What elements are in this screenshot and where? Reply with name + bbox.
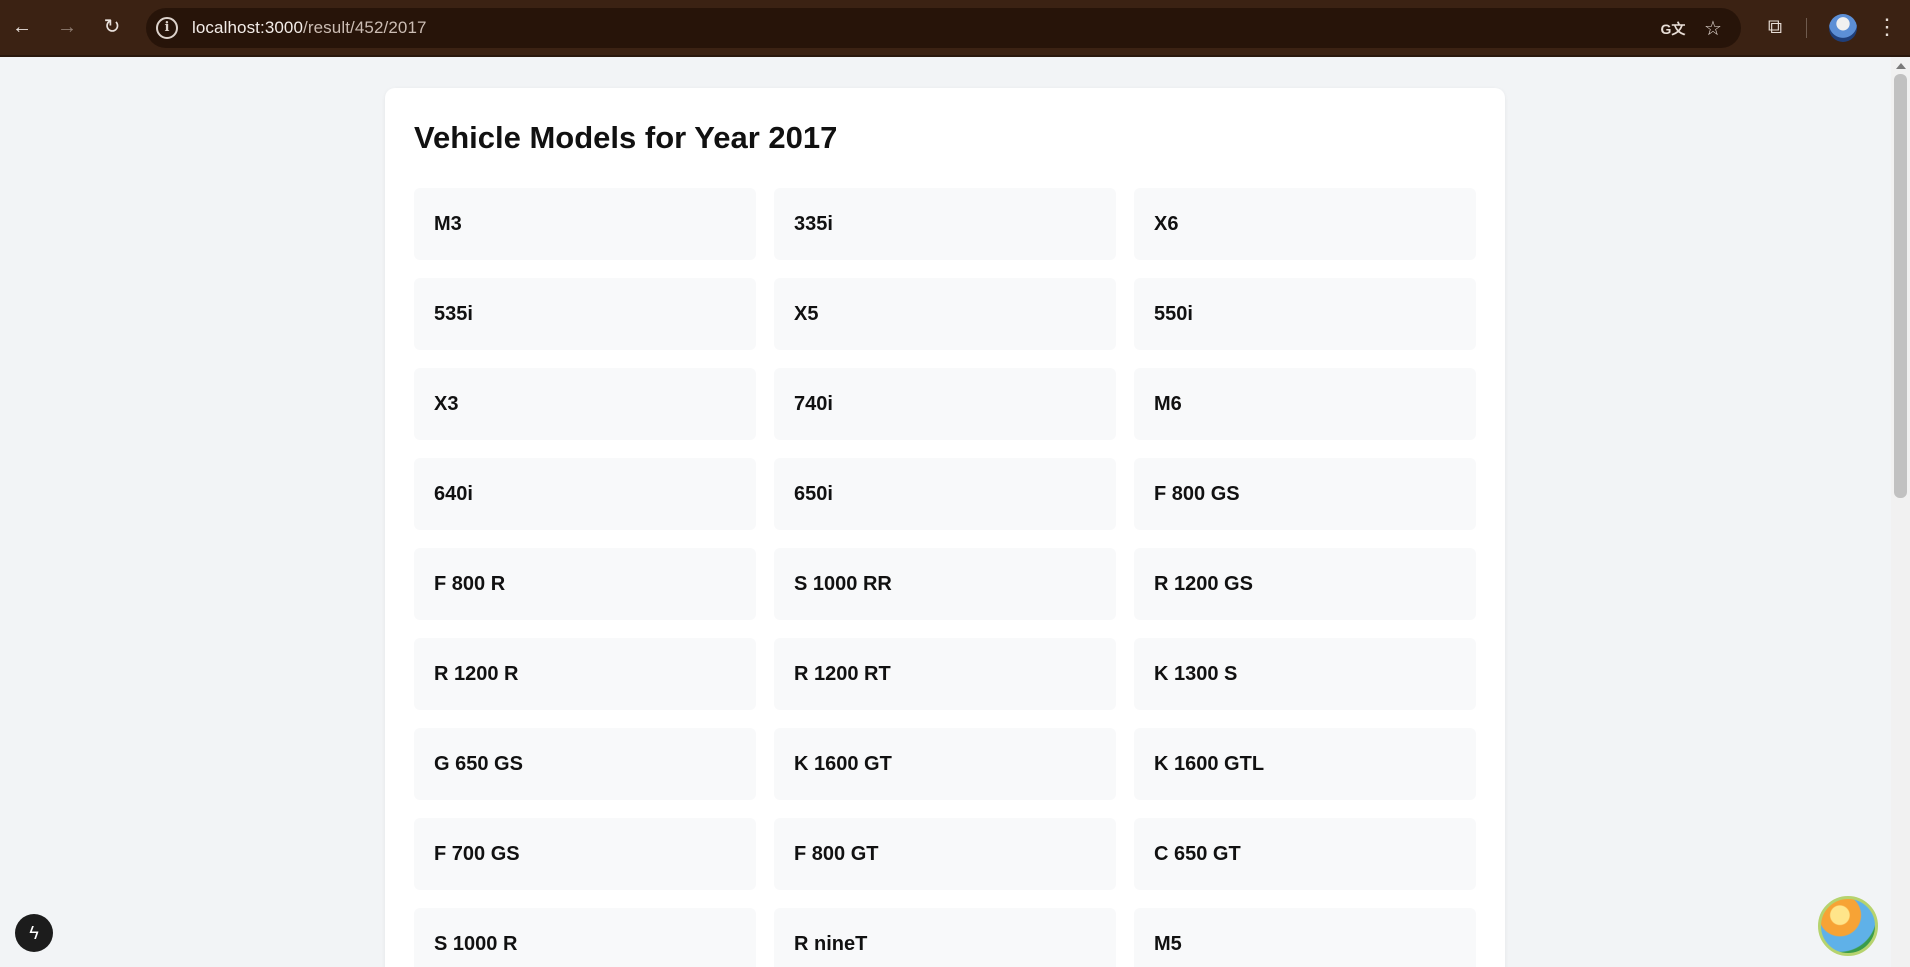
model-card[interactable]: R 1200 GS: [1134, 548, 1476, 620]
toolbar-divider: [1806, 18, 1807, 38]
model-card[interactable]: C 650 GT: [1134, 818, 1476, 890]
address-bar[interactable]: i localhost:3000/result/452/2017 G文 ☆: [146, 8, 1741, 48]
model-card[interactable]: 640i: [414, 458, 756, 530]
star-icon[interactable]: ☆: [1700, 16, 1726, 42]
url-host: localhost:3000: [192, 18, 304, 37]
page-title: Vehicle Models for Year 2017: [414, 120, 838, 155]
page-viewport: Vehicle Models for Year 2017 M3 335i X6 …: [0, 57, 1891, 967]
translate-icon[interactable]: G文: [1660, 16, 1686, 42]
model-card[interactable]: M6: [1134, 368, 1476, 440]
model-card[interactable]: 650i: [774, 458, 1116, 530]
url-path: /result/452/2017: [303, 18, 427, 37]
model-card[interactable]: K 1600 GT: [774, 728, 1116, 800]
kebab-menu-icon[interactable]: ⋮: [1876, 14, 1898, 40]
model-card[interactable]: 550i: [1134, 278, 1476, 350]
model-card[interactable]: X3: [414, 368, 756, 440]
model-card[interactable]: F 800 R: [414, 548, 756, 620]
model-card[interactable]: S 1000 R: [414, 908, 756, 967]
model-card[interactable]: F 700 GS: [414, 818, 756, 890]
model-card[interactable]: R 1200 R: [414, 638, 756, 710]
scroll-up-arrow-icon[interactable]: [1896, 63, 1906, 69]
model-card[interactable]: X5: [774, 278, 1116, 350]
models-card: Vehicle Models for Year 2017 M3 335i X6 …: [385, 88, 1505, 967]
model-card[interactable]: K 1300 S: [1134, 638, 1476, 710]
back-icon[interactable]: ←: [9, 14, 35, 40]
model-card[interactable]: 335i: [774, 188, 1116, 260]
puzzle-icon[interactable]: ⧉: [1762, 14, 1788, 40]
model-card[interactable]: F 800 GS: [1134, 458, 1476, 530]
model-card[interactable]: S 1000 RR: [774, 548, 1116, 620]
scroll-thumb[interactable]: [1894, 74, 1907, 498]
model-card[interactable]: R nineT: [774, 908, 1116, 967]
reload-icon[interactable]: ↻: [99, 14, 125, 40]
model-card[interactable]: K 1600 GTL: [1134, 728, 1476, 800]
model-card[interactable]: M3: [414, 188, 756, 260]
model-card[interactable]: M5: [1134, 908, 1476, 967]
url-text[interactable]: localhost:3000/result/452/2017: [192, 18, 427, 38]
beach-widget-button[interactable]: [1818, 896, 1878, 956]
model-card[interactable]: 740i: [774, 368, 1116, 440]
forward-icon[interactable]: →: [54, 14, 80, 40]
model-card[interactable]: G 650 GS: [414, 728, 756, 800]
models-grid: M3 335i X6 535i X5 550i X3 740i M6 640i …: [414, 188, 1476, 967]
model-card[interactable]: 535i: [414, 278, 756, 350]
avatar[interactable]: [1829, 14, 1857, 42]
model-card[interactable]: F 800 GT: [774, 818, 1116, 890]
site-info-icon[interactable]: i: [156, 17, 178, 39]
bolt-icon[interactable]: ϟ: [15, 914, 53, 952]
model-card[interactable]: X6: [1134, 188, 1476, 260]
vertical-scrollbar[interactable]: [1891, 57, 1910, 967]
browser-toolbar: ← → ↻ i localhost:3000/result/452/2017 G…: [0, 0, 1910, 57]
model-card[interactable]: R 1200 RT: [774, 638, 1116, 710]
